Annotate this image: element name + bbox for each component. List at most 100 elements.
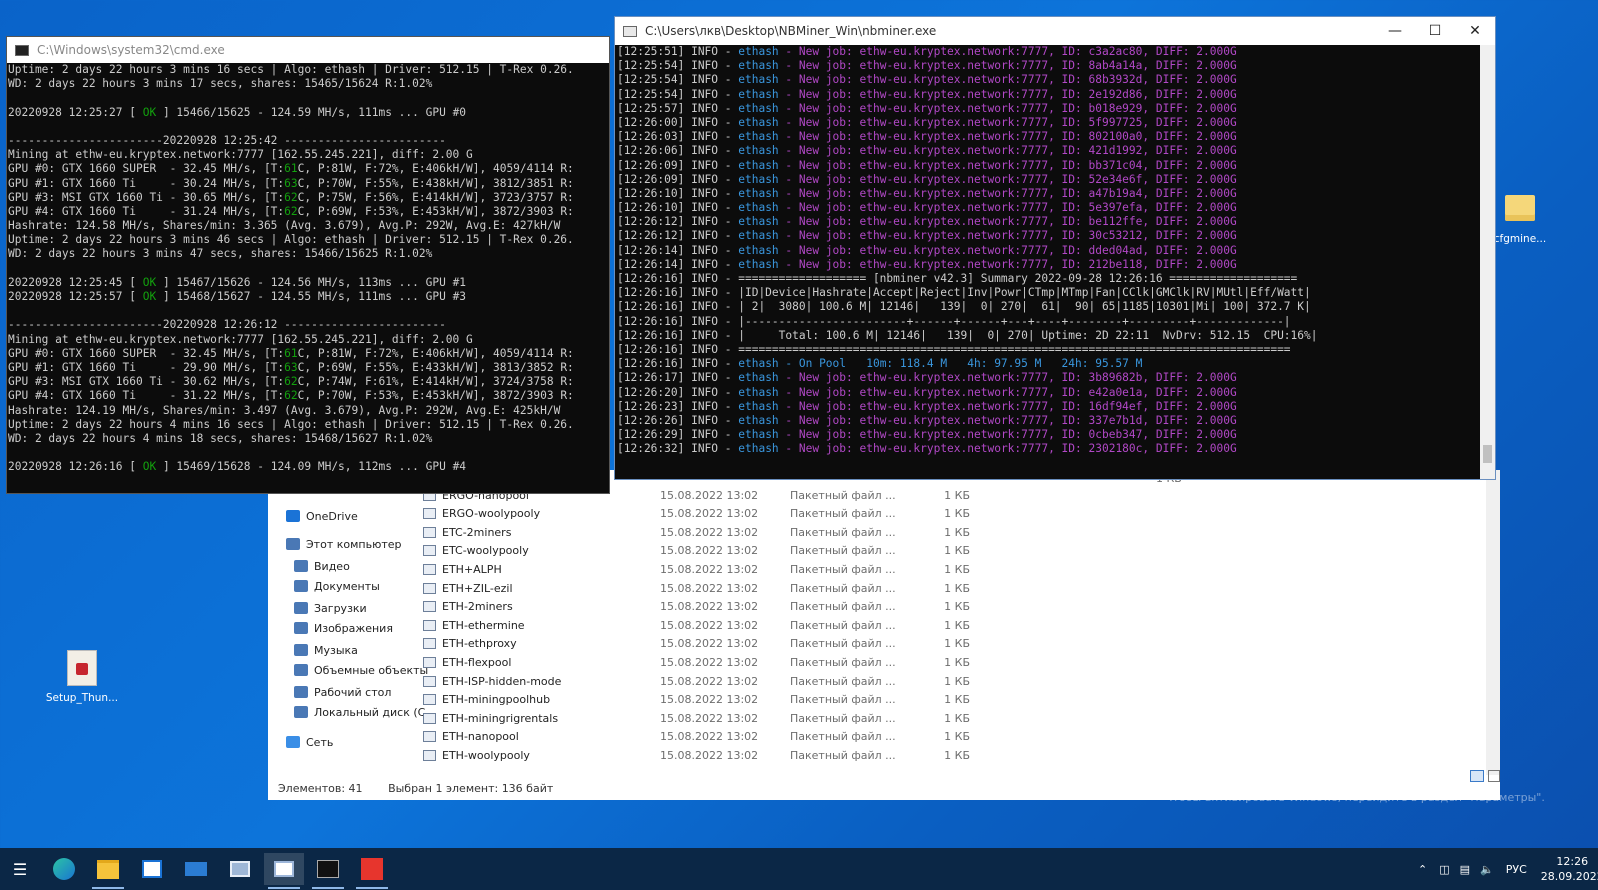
task-view-icon[interactable]: ☰ [0, 853, 40, 885]
console-line: GPU #0: GTX 1660 SUPER - 32.45 MH/s, [T:… [8, 346, 574, 360]
desktop-icon-cfgminer[interactable]: cfgmine... [1490, 195, 1550, 245]
file-explorer-icon[interactable] [88, 853, 128, 885]
cmd-console[interactable]: Uptime: 2 days 22 hours 3 mins 16 secs |… [7, 63, 609, 493]
console-line: [12:26:12] INFO - ethash - New job: ethw… [617, 229, 1237, 243]
edge-icon[interactable] [44, 853, 84, 885]
anydesk-icon[interactable] [352, 853, 392, 885]
nbminer-titlebar[interactable]: C:\Users\лкв\Desktop\NBMiner_Win\nbminer… [615, 17, 1495, 45]
clock[interactable]: 12:26 28.09.2022 [1541, 854, 1598, 884]
language-indicator[interactable]: РУС [1506, 863, 1527, 876]
file-row[interactable]: ETH-flexpool 15.08.2022 13:02 Пакетный фай… [423, 653, 983, 671]
nav-item[interactable]: Видео [294, 556, 350, 576]
console-line: Uptime: 2 days 22 hours 3 mins 16 secs |… [8, 63, 574, 76]
file-name: ETH-ethproxy [442, 637, 517, 651]
cmd-window[interactable]: C:\Windows\system32\cmd.exe Uptime: 2 da… [6, 36, 610, 494]
scrollbar-vertical[interactable] [1486, 470, 1500, 775]
explorer-window: Музыка OneDrive Этот компьютер Видео Докумен… [268, 470, 1500, 800]
nav-item[interactable]: OneDrive [286, 506, 358, 526]
usb-icon[interactable]: ◫ [1439, 863, 1449, 876]
file-row[interactable]: ETC-woolypooly 15.08.2022 13:02 Пакетный ф… [423, 542, 983, 560]
file-type: Пакетный файл ... [790, 600, 896, 614]
batch-file-icon [423, 582, 436, 594]
nav-item[interactable]: Загрузки [294, 598, 367, 618]
cmd-titlebar[interactable]: C:\Windows\system32\cmd.exe [7, 37, 609, 63]
desktop-icon-setup[interactable]: Setup_Thun... [44, 650, 120, 704]
video-icon [294, 560, 308, 572]
clock-date: 28.09.2022 [1540, 870, 1598, 883]
minimize-button[interactable]: — [1375, 18, 1415, 44]
console-line: [12:25:54] INFO - ethash - New job: ethw… [617, 59, 1237, 73]
file-type: Пакетный файл ... [790, 674, 896, 688]
volume-icon[interactable]: 🔈 [1480, 863, 1494, 876]
file-type: Пакетный файл ... [790, 562, 896, 576]
file-row[interactable]: ETC-2miners 15.08.2022 13:02 Пакетный файл… [423, 523, 983, 541]
file-row[interactable]: ETH+ALPH 15.08.2022 13:02 Пакетный файл ..… [423, 560, 983, 578]
batch-file-icon [423, 508, 436, 520]
scrollbar-vertical[interactable] [1480, 45, 1495, 479]
3d-objects-icon [294, 664, 308, 676]
console-line: [12:26:06] INFO - ethash - New job: ethw… [617, 144, 1237, 158]
store-icon[interactable] [132, 853, 172, 885]
console-line: Hashrate: 124.58 MH/s, Shares/min: 3.365… [8, 219, 561, 233]
nav-item[interactable]: Музыка [294, 640, 358, 660]
console-line: Uptime: 2 days 22 hours 4 mins 16 secs |… [8, 417, 574, 431]
nav-item-label: Изображения [314, 621, 393, 635]
file-row[interactable]: ETH-woolypooly 15.08.2022 13:02 Пакетный ф… [423, 746, 983, 764]
maximize-button[interactable]: ☐ [1415, 18, 1455, 44]
nav-item[interactable]: Этот компьютер [286, 534, 402, 554]
mail-icon[interactable] [176, 853, 216, 885]
console-line: 20220928 12:25:27 [ OK ] 15466/15625 - 1… [8, 105, 467, 119]
nav-item[interactable]: Изображения [294, 618, 393, 638]
file-name: ETH-ISP-hidden-mode [442, 674, 562, 688]
nbminer-window[interactable]: C:\Users\лкв\Desktop\NBMiner_Win\nbminer… [614, 16, 1496, 480]
file-row[interactable]: ETH-miningpoolhub 15.08.2022 13:02 Пакетны… [423, 691, 983, 709]
nav-item[interactable]: Объемные объекты [294, 660, 428, 680]
drive-icon [294, 706, 308, 718]
file-name: ETH-ethermine [442, 618, 525, 632]
batch-file-icon [423, 563, 436, 575]
nav-item[interactable]: Локальный диск (C [294, 702, 425, 722]
file-name: ETH-miningrigrentals [442, 711, 559, 725]
console-line: GPU #3: MSI GTX 1660 Ti - 30.65 MH/s, [T… [8, 190, 574, 204]
nav-item[interactable]: Рабочий стол [294, 682, 391, 702]
file-size: 1 КБ [944, 600, 970, 614]
file-name: ETH-flexpool [442, 655, 512, 669]
cmd-title: C:\Windows\system32\cmd.exe [37, 43, 225, 57]
file-row[interactable]: ETH-miningrigrentals 15.08.2022 13:02 Паке… [423, 709, 983, 727]
installer-icon [67, 650, 97, 686]
file-row[interactable]: ERGO-woolypooly 15.08.2022 13:02 Пакетный … [423, 505, 983, 523]
file-row[interactable]: ETH-nanopool 15.08.2022 13:02 Пакетный фай… [423, 728, 983, 746]
file-type: Пакетный файл ... [790, 748, 896, 762]
downloads-icon [294, 602, 308, 614]
file-name: ETH-woolypooly [442, 748, 530, 762]
file-row[interactable]: ETH-ethproxy 15.08.2022 13:02 Пакетный фай… [423, 635, 983, 653]
file-row[interactable]: ETH-ISP-hidden-mode 15.08.2022 13:02 Пакет… [423, 672, 983, 690]
file-row[interactable]: ETH-ethermine 15.08.2022 13:02 Пакетный фа… [423, 616, 983, 634]
file-type: Пакетный файл ... [790, 488, 896, 502]
console-line: [12:26:16] INFO - | Total: 100.6 M| 1214… [617, 328, 1318, 342]
nav-item[interactable]: Документы [294, 576, 380, 596]
nav-item-label: Документы [314, 579, 380, 593]
file-row[interactable]: ETH+ZIL-ezil 15.08.2022 13:02 Пакетный фай… [423, 579, 983, 597]
status-bar: Элементов: 41 Выбран 1 элемент: 136 байт [278, 782, 553, 795]
close-button[interactable]: ✕ [1455, 18, 1495, 44]
console-line: GPU #4: GTX 1660 Ti - 31.22 MH/s, [T:62C… [8, 389, 574, 403]
console-line: WD: 2 days 22 hours 3 mins 17 secs, shar… [8, 77, 433, 91]
explorer-window-icon[interactable] [264, 853, 304, 885]
file-date: 15.08.2022 13:02 [660, 711, 759, 725]
chevron-up-icon[interactable]: ⌃ [1418, 863, 1427, 876]
console-line: [12:26:16] INFO - |---------------------… [617, 314, 1291, 328]
nbminer-console[interactable]: [12:25:51] INFO - ethash - New job: ethw… [615, 45, 1480, 479]
file-row[interactable]: ETH-2miners 15.08.2022 13:02 Пакетный файл… [423, 598, 983, 616]
remote-desktop-icon[interactable] [220, 853, 260, 885]
nav-item[interactable]: Сеть [286, 732, 333, 752]
scroll-thumb[interactable] [1483, 445, 1492, 463]
network-icon[interactable]: ▤ [1460, 863, 1470, 876]
watermark-title: Активация Windows [1165, 768, 1332, 787]
file-size: 1 КБ [944, 730, 970, 744]
console-line: [12:26:20] INFO - ethash - New job: ethw… [617, 385, 1237, 399]
cmd-icon[interactable] [308, 853, 348, 885]
